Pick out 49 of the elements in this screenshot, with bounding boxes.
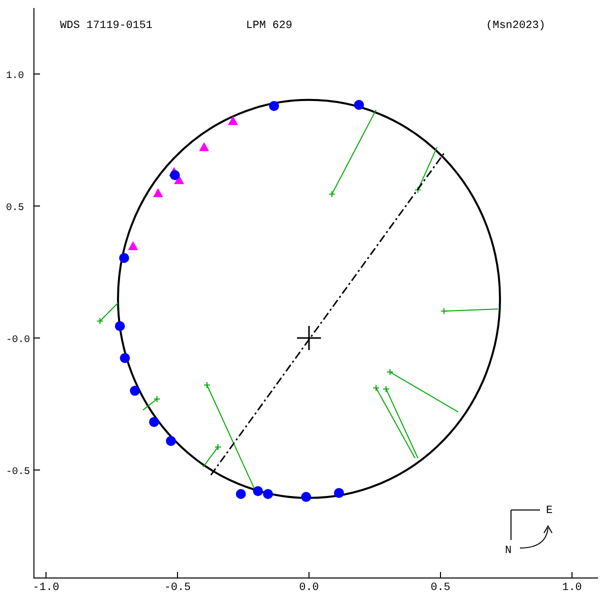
point bbox=[214, 444, 222, 451]
observation-dot bbox=[170, 170, 180, 180]
observation-dot bbox=[236, 489, 246, 500]
y-tick-label: -0.5 bbox=[6, 467, 30, 478]
point bbox=[328, 190, 336, 198]
x-tick-label: -1.0 bbox=[32, 582, 60, 594]
east-label: E bbox=[546, 505, 553, 517]
observation-dot bbox=[269, 100, 280, 111]
x-tick-label: 0.5 bbox=[430, 582, 450, 594]
observation-triangle bbox=[153, 188, 164, 198]
point bbox=[386, 368, 394, 376]
observation-dot bbox=[252, 486, 263, 496]
observation-plus bbox=[440, 308, 499, 315]
observation-dot bbox=[114, 321, 125, 332]
observation-plus bbox=[142, 395, 160, 411]
primary-star-cross bbox=[296, 325, 322, 351]
observation-dot bbox=[130, 386, 140, 396]
point bbox=[203, 381, 210, 388]
observation-triangle bbox=[128, 241, 138, 250]
point bbox=[153, 395, 160, 402]
observation-dot bbox=[149, 416, 160, 427]
point bbox=[440, 308, 448, 315]
observation-dot bbox=[354, 100, 364, 110]
point bbox=[382, 385, 390, 392]
x-tick-label: -0.5 bbox=[164, 582, 191, 594]
north-label: N bbox=[505, 545, 512, 557]
y-tick-label: 0.5 bbox=[6, 203, 24, 214]
y-tick-label: 1.0 bbox=[6, 71, 24, 82]
star-id: WDS 17119-0151 bbox=[60, 20, 152, 32]
y-tick-label: -0.0 bbox=[6, 335, 30, 346]
point bbox=[414, 186, 422, 194]
pair-name: LPM 629 bbox=[246, 20, 292, 32]
point bbox=[96, 318, 104, 325]
orbit-reference: (Msn2023) bbox=[486, 20, 546, 32]
observation-plus bbox=[96, 302, 119, 325]
observation-triangle bbox=[228, 116, 238, 125]
observation-dot bbox=[119, 253, 130, 263]
observation-dot bbox=[334, 488, 344, 498]
observation-dot bbox=[301, 492, 312, 502]
point bbox=[372, 384, 380, 392]
observation-triangle bbox=[199, 142, 210, 152]
observation-dot bbox=[262, 489, 273, 500]
rotation-arrow-icon bbox=[520, 526, 552, 548]
x-tick-label: 0.0 bbox=[299, 582, 319, 594]
observation-plus bbox=[414, 146, 438, 194]
x-tick-label: 1.0 bbox=[562, 582, 582, 594]
observation-dot bbox=[166, 436, 176, 446]
observation-dot bbox=[120, 353, 130, 364]
compass-axes-icon bbox=[510, 510, 540, 540]
